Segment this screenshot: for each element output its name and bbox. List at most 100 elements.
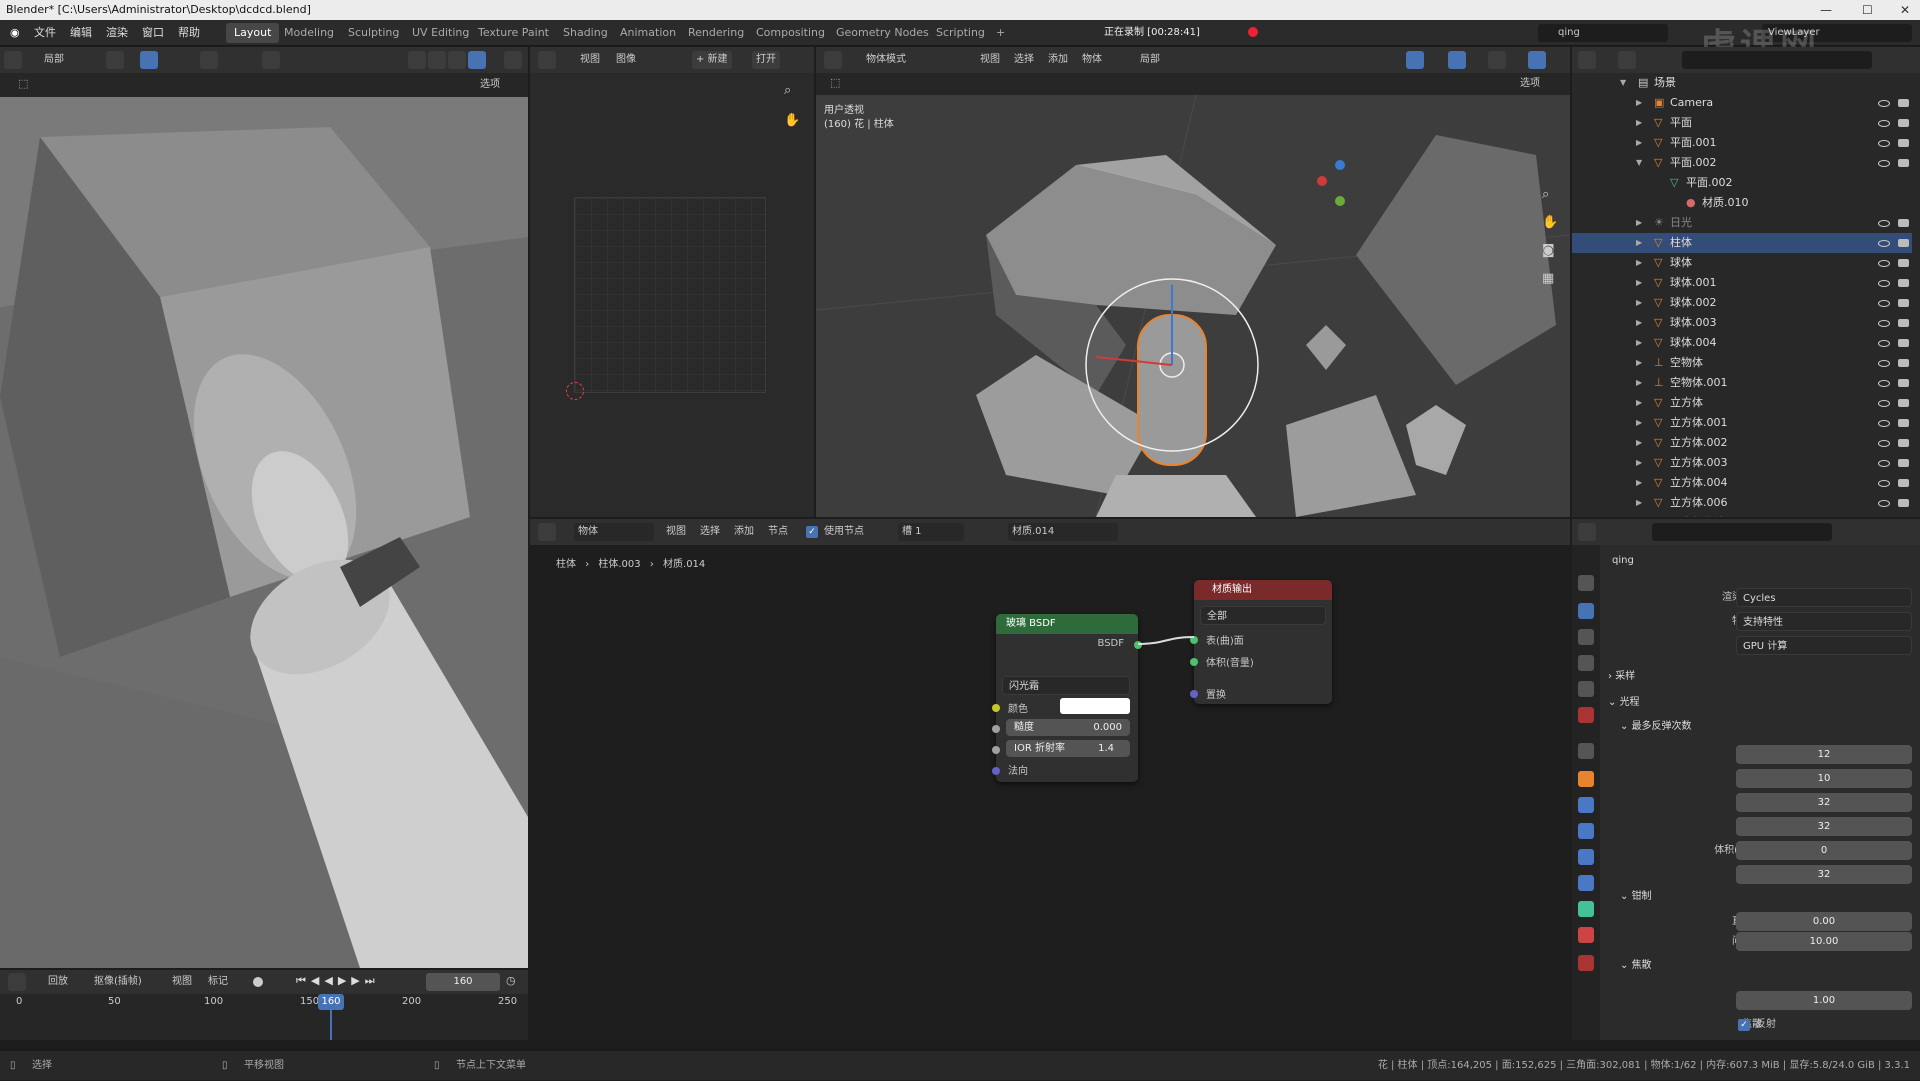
material-output-node[interactable]: 材质输出 全部 表(曲)面 体积(音量) 置换 bbox=[1190, 580, 1332, 704]
menu-render[interactable]: 渲染 bbox=[106, 20, 128, 46]
editor-type-icon[interactable] bbox=[4, 51, 22, 69]
material-shading-icon[interactable] bbox=[448, 51, 466, 69]
visibility-eye-icon[interactable] bbox=[1878, 480, 1890, 487]
menu-node[interactable]: 节点 bbox=[764, 523, 792, 541]
light-paths-section[interactable]: ⌄ 光程 bbox=[1608, 693, 1640, 713]
world-tab-icon[interactable] bbox=[1578, 707, 1594, 723]
menu-add[interactable]: 添加 bbox=[730, 523, 758, 541]
slot-selector[interactable]: 槽 1 bbox=[898, 523, 964, 541]
tab-rendering[interactable]: Rendering bbox=[680, 23, 752, 43]
collection-tab-icon[interactable] bbox=[1578, 743, 1594, 759]
normal-input-socket[interactable] bbox=[992, 767, 1000, 775]
render-camera-icon[interactable] bbox=[1898, 379, 1909, 387]
menu-select[interactable]: 选择 bbox=[1010, 51, 1038, 69]
menu-view[interactable]: 视图 bbox=[662, 523, 690, 541]
clock-icon[interactable]: ◷ bbox=[506, 974, 516, 987]
visibility-eye-icon[interactable] bbox=[1878, 120, 1890, 127]
menu-file[interactable]: 文件 bbox=[34, 20, 56, 46]
timeline-ruler[interactable]: 0 50 100 150 200 250 160 bbox=[0, 994, 528, 1012]
bounce-field[interactable]: 32 bbox=[1736, 817, 1912, 836]
ior-field[interactable]: IOR 折射率 1.4 bbox=[1006, 740, 1130, 757]
glass-node-title[interactable]: 玻璃 BSDF bbox=[996, 614, 1138, 634]
surface-input-socket[interactable] bbox=[1190, 636, 1198, 644]
outliner-item[interactable]: ▶ ▽ 立方体.002 bbox=[1572, 433, 1912, 453]
blender-logo-icon[interactable]: ◉ bbox=[10, 20, 20, 46]
expand-icon[interactable]: ▶ bbox=[1636, 273, 1642, 293]
add-workspace-button[interactable]: + bbox=[988, 23, 1013, 43]
visibility-eye-icon[interactable] bbox=[1878, 160, 1890, 167]
menu-image[interactable]: 图像 bbox=[612, 51, 640, 69]
options-dropdown[interactable]: 选项 bbox=[476, 76, 504, 94]
tab-layout[interactable]: Layout bbox=[226, 23, 280, 43]
expand-icon[interactable]: ▶ bbox=[1636, 493, 1642, 513]
expand-icon[interactable]: ▶ bbox=[1636, 413, 1642, 433]
outliner-item[interactable]: ▶ ▽ 球体 bbox=[1572, 253, 1912, 273]
visibility-eye-icon[interactable] bbox=[1878, 140, 1890, 147]
render-camera-icon[interactable] bbox=[1898, 419, 1909, 427]
solid-shading-icon[interactable] bbox=[428, 51, 446, 69]
auto-key-icon[interactable] bbox=[253, 977, 263, 987]
breadcrumb-material[interactable]: 材质.014 bbox=[663, 559, 705, 570]
render-camera-icon[interactable] bbox=[1898, 439, 1909, 447]
zoom-icon[interactable]: ⌕ bbox=[784, 83, 791, 98]
visibility-eye-icon[interactable] bbox=[1878, 360, 1890, 367]
outliner-item[interactable]: ▶ ▽ 柱体 bbox=[1572, 233, 1912, 253]
particles-tab-icon[interactable] bbox=[1578, 823, 1594, 839]
display-mode-icon[interactable] bbox=[1618, 51, 1636, 69]
bounce-field[interactable]: 12 bbox=[1736, 745, 1912, 764]
expand-icon[interactable]: ▶ bbox=[1636, 113, 1642, 133]
outliner-item[interactable]: ▶ ▽ 平面 bbox=[1572, 113, 1912, 133]
expand-icon[interactable]: ▶ bbox=[1636, 333, 1642, 353]
outliner-item[interactable]: ▶ ☀ 日光 bbox=[1572, 213, 1912, 233]
outliner-item[interactable]: ● 材质.010 bbox=[1572, 193, 1912, 213]
rendered-viewport[interactable]: 局部 ⬚ 选项 bbox=[0, 47, 528, 968]
wireframe-shading-icon[interactable] bbox=[408, 51, 426, 69]
transform-orientation[interactable]: 局部 bbox=[40, 51, 68, 69]
open-image-button[interactable]: 打开 bbox=[752, 51, 780, 69]
properties-type-icon[interactable] bbox=[1578, 523, 1596, 541]
material-tab-icon[interactable] bbox=[1578, 927, 1594, 943]
modifier-tab-icon[interactable] bbox=[1578, 797, 1594, 813]
roughness-field[interactable]: 糙度 0.000 bbox=[1006, 719, 1130, 736]
outliner[interactable]: ▼ ▤ 场景 ▶ ▣ Camera ▶ ▽ 平面 ▶ ▽ 平面.001 ▼ ▽ 平面.002 ▽ 平面.0… bbox=[1572, 47, 1920, 517]
menu-playback[interactable]: 回放 bbox=[44, 973, 72, 991]
bsdf-output-socket[interactable] bbox=[1134, 641, 1142, 649]
visibility-eye-icon[interactable] bbox=[1878, 300, 1890, 307]
snap-icon[interactable] bbox=[140, 51, 158, 69]
expand-icon[interactable]: ▶ bbox=[1636, 233, 1642, 253]
shader-node-editor[interactable]: 物体 视图 选择 添加 节点 ✓ 使用节点 槽 1 材质.014 柱体 › 柱体… bbox=[530, 519, 1570, 1040]
visibility-eye-icon[interactable] bbox=[1878, 420, 1890, 427]
render-camera-icon[interactable] bbox=[1898, 459, 1909, 467]
collapse-icon[interactable]: ▼ bbox=[1620, 73, 1626, 93]
breadcrumb-object[interactable]: 柱体 bbox=[556, 559, 576, 570]
timeline-type-icon[interactable] bbox=[8, 973, 26, 991]
render-camera-icon[interactable] bbox=[1898, 219, 1909, 227]
expand-icon[interactable]: ▶ bbox=[1636, 453, 1642, 473]
bounce-field[interactable]: 0 bbox=[1736, 841, 1912, 860]
tab-scripting[interactable]: Scripting bbox=[928, 23, 993, 43]
transform-orientation[interactable]: 局部 bbox=[1136, 51, 1164, 69]
menu-window[interactable]: 窗口 bbox=[142, 20, 164, 46]
tab-shading[interactable]: Shading bbox=[555, 23, 616, 43]
proportional-edit-icon[interactable] bbox=[200, 51, 218, 69]
render-camera-icon[interactable] bbox=[1898, 479, 1909, 487]
menu-view[interactable]: 视图 bbox=[168, 973, 196, 991]
mode-selector[interactable]: 物体模式 bbox=[862, 51, 982, 69]
expand-icon[interactable]: ▶ bbox=[1636, 473, 1642, 493]
outliner-item[interactable]: ▶ ⊥ 空物体 bbox=[1572, 353, 1912, 373]
render-camera-icon[interactable] bbox=[1898, 339, 1909, 347]
expand-icon[interactable]: ▶ bbox=[1636, 393, 1642, 413]
visibility-eye-icon[interactable] bbox=[1878, 320, 1890, 327]
feature-set-dropdown[interactable]: 支持特性 bbox=[1736, 612, 1912, 631]
render-tab-icon[interactable] bbox=[1578, 603, 1594, 619]
material-shading-icon[interactable] bbox=[1528, 51, 1546, 69]
close-icon[interactable]: ✕ bbox=[1900, 0, 1910, 20]
render-camera-icon[interactable] bbox=[1898, 99, 1909, 107]
volume-input-socket[interactable] bbox=[1190, 658, 1198, 666]
playhead-frame[interactable]: 160 bbox=[318, 994, 344, 1010]
visibility-eye-icon[interactable] bbox=[1878, 240, 1890, 247]
output-node-title[interactable]: 材质输出 bbox=[1194, 580, 1332, 600]
material-selector[interactable]: 材质.014 bbox=[1008, 523, 1118, 541]
image-editor-type-icon[interactable] bbox=[538, 51, 556, 69]
solid-shading-icon[interactable] bbox=[1488, 51, 1506, 69]
